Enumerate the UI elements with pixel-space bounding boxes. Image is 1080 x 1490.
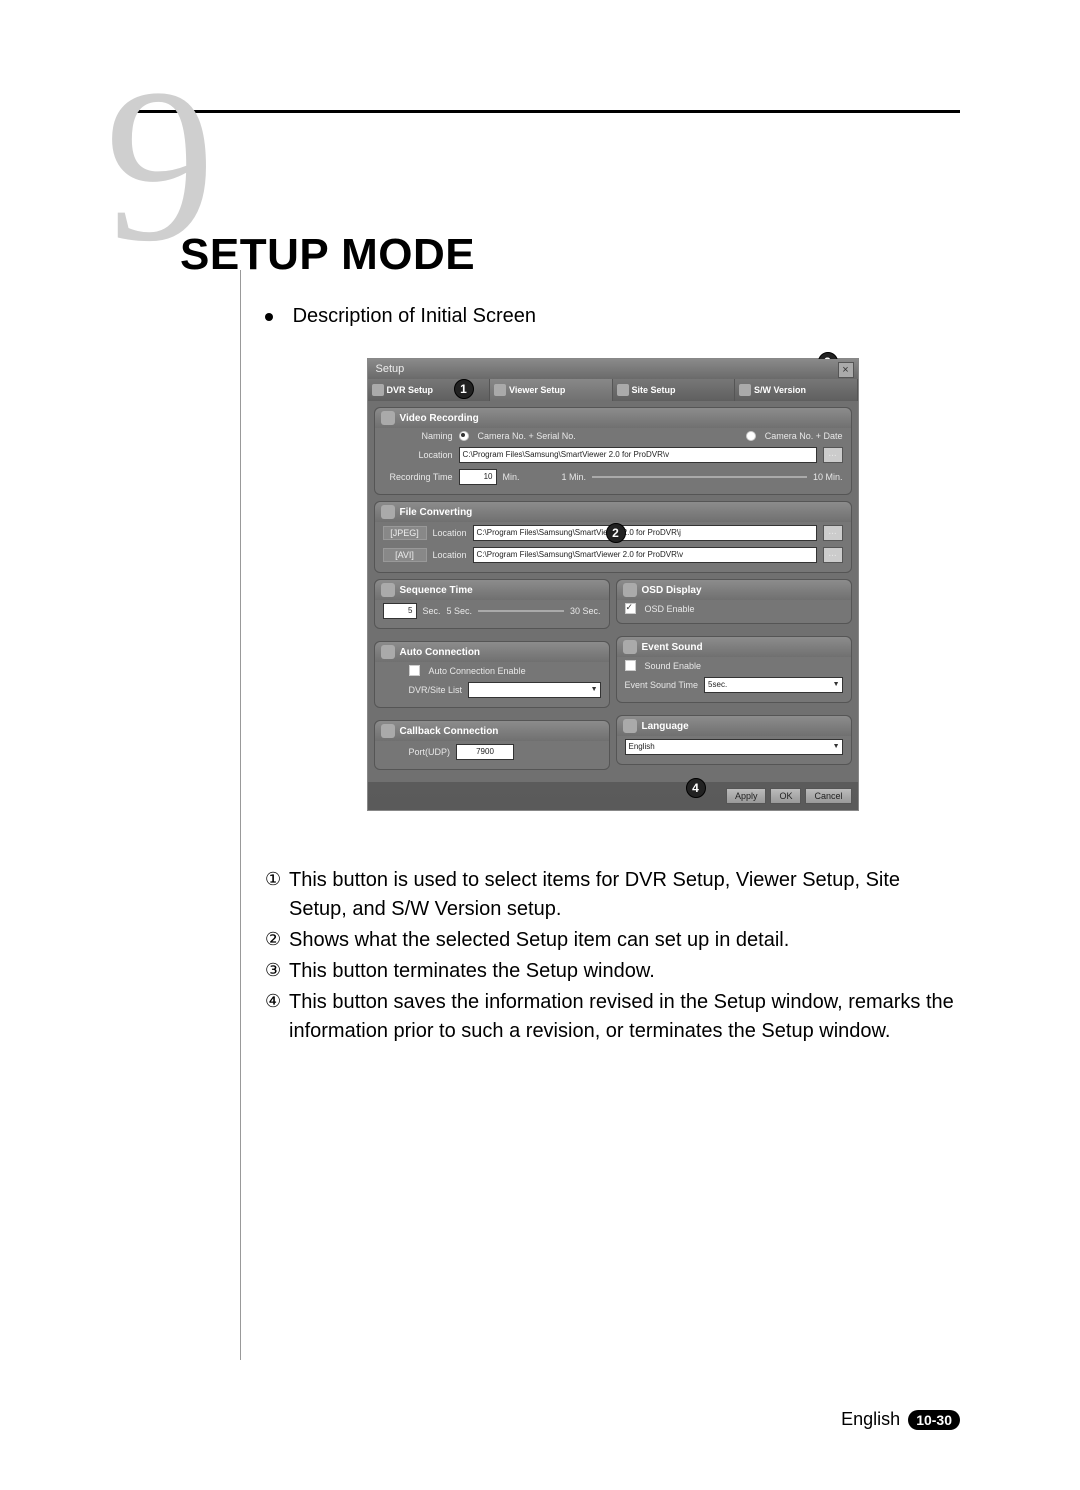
group-auto-connection: Auto Connection Auto Connection Enable D… [374, 641, 610, 708]
setup-window: 1 3 2 Setup × DVR Setup Viewer Setup Sit… [367, 358, 859, 811]
intro-bullet: Description of Initial Screen [265, 305, 960, 328]
jpeg-location-input[interactable]: C:\Program Files\Samsung\SmartViewer 2.0… [473, 525, 817, 541]
page: 9 SETUP MODE Description of Initial Scre… [120, 110, 960, 1430]
dvr-icon [372, 384, 384, 396]
recording-time-input[interactable]: 10 [459, 469, 497, 485]
group-osd: OSD Display OSD Enable [616, 579, 852, 624]
clock-icon [381, 583, 395, 597]
tab-viewer-setup[interactable]: Viewer Setup [490, 379, 613, 401]
window-titlebar: Setup × [368, 359, 858, 379]
site-icon [617, 384, 629, 396]
group-event-sound: Event Sound Sound Enable Event Sound Tim… [616, 636, 852, 703]
recording-time-slider[interactable] [592, 476, 807, 478]
sound-enable-checkbox[interactable] [625, 660, 636, 671]
info-icon [739, 384, 751, 396]
record-icon [381, 411, 395, 425]
callout-2: 2 [606, 523, 626, 543]
group-video-recording: Video Recording Naming Camera No. + Seri… [374, 407, 852, 495]
tab-sw-version[interactable]: S/W Version [735, 379, 858, 401]
vertical-rule [240, 270, 241, 1360]
convert-icon [381, 505, 395, 519]
window-title: Setup [376, 363, 405, 375]
auto-connection-checkbox[interactable] [409, 665, 420, 676]
page-number-badge: 10-30 [908, 1410, 960, 1430]
desc-num-4: ④ [265, 988, 289, 1046]
browse-button[interactable]: ... [823, 447, 843, 463]
callback-icon [381, 724, 395, 738]
sequence-time-slider[interactable] [478, 610, 564, 612]
port-input[interactable]: 7900 [456, 744, 514, 760]
radio-date[interactable] [746, 431, 756, 441]
display-icon [623, 583, 637, 597]
osd-enable-checkbox[interactable] [625, 603, 636, 614]
group-sequence-time: Sequence Time 5 Sec. 5 Sec. 30 Sec. [374, 579, 610, 629]
page-footer: English 10-30 [841, 1409, 960, 1430]
bell-icon [623, 640, 637, 654]
chapter-title: SETUP MODE [180, 230, 475, 280]
desc-num-2: ② [265, 926, 289, 955]
desc-text-3: This button terminates the Setup window. [289, 957, 960, 986]
content: Description of Initial Screen 1 3 2 Setu… [265, 305, 960, 1048]
globe-icon [623, 719, 637, 733]
desc-num-3: ③ [265, 957, 289, 986]
description-list: ①This button is used to select items for… [265, 866, 960, 1046]
browse-button[interactable]: ... [823, 525, 843, 541]
group-language: Language English [616, 715, 852, 765]
callout-1: 1 [454, 379, 474, 399]
radio-serial[interactable] [459, 431, 469, 441]
tab-bar: DVR Setup Viewer Setup Site Setup S/W Ve… [368, 379, 858, 401]
avi-location-input[interactable]: C:\Program Files\Samsung\SmartViewer 2.0… [473, 547, 817, 563]
desc-text-4: This button saves the information revise… [289, 988, 960, 1046]
apply-button[interactable]: Apply [726, 788, 767, 804]
intro-text: Description of Initial Screen [293, 305, 536, 327]
ok-button[interactable]: OK [770, 788, 801, 804]
close-icon[interactable]: × [838, 362, 854, 378]
bullet-icon [265, 313, 273, 321]
browse-button[interactable]: ... [823, 547, 843, 563]
language-select[interactable]: English [625, 739, 843, 755]
footer-language: English [841, 1409, 900, 1430]
sound-time-select[interactable]: 5sec. [704, 677, 842, 693]
desc-text-1: This button is used to select items for … [289, 866, 960, 924]
callout-4: 4 [686, 778, 706, 798]
link-icon [381, 645, 395, 659]
top-rule [120, 110, 960, 113]
desc-text-2: Shows what the selected Setup item can s… [289, 926, 960, 955]
group-callback: Callback Connection Port(UDP)7900 [374, 720, 610, 770]
dvr-site-list-select[interactable] [468, 682, 600, 698]
cancel-button[interactable]: Cancel [805, 788, 851, 804]
desc-num-1: ① [265, 866, 289, 924]
tab-site-setup[interactable]: Site Setup [613, 379, 736, 401]
video-location-input[interactable]: C:\Program Files\Samsung\SmartViewer 2.0… [459, 447, 817, 463]
viewer-icon [494, 384, 506, 396]
sequence-time-input[interactable]: 5 [383, 603, 417, 619]
